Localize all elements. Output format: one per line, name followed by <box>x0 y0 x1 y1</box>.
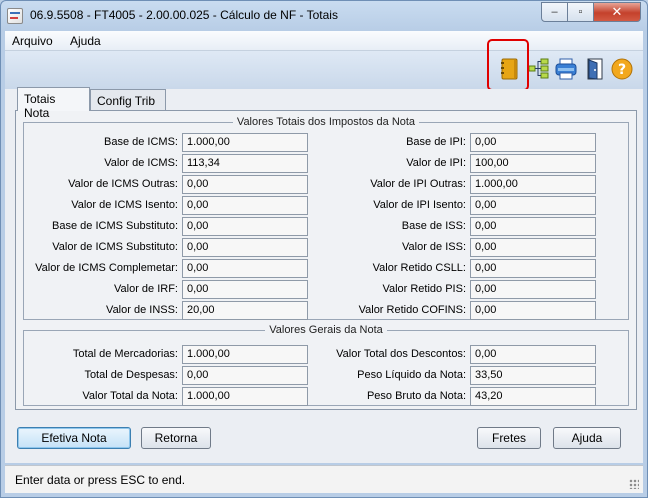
field-label: Total de Despesas: <box>84 369 178 381</box>
field-label: Valor de ICMS Outras: <box>68 178 178 190</box>
field-label: Valor de ICMS Complemetar: <box>35 262 178 274</box>
close-button[interactable]: ✕ <box>593 2 641 22</box>
highlight-annotation <box>487 39 529 91</box>
field-value[interactable]: 0,00 <box>470 217 596 236</box>
field-value[interactable]: 1.000,00 <box>182 133 308 152</box>
field-label: Valor de IRF: <box>114 283 178 295</box>
field-label: Base de ICMS: <box>104 136 178 148</box>
resize-grip[interactable] <box>629 479 639 489</box>
field-value[interactable]: 0,00 <box>470 280 596 299</box>
field-label: Valor de ISS: <box>402 241 466 253</box>
field-value[interactable]: 43,20 <box>470 387 596 406</box>
retorna-button[interactable]: Retorna <box>141 427 211 449</box>
field-value[interactable]: 0,00 <box>470 345 596 364</box>
field-label: Peso Bruto da Nota: <box>366 390 466 402</box>
menu-bar: Arquivo Ajuda <box>5 31 643 51</box>
field-value[interactable]: 0,00 <box>182 366 308 385</box>
field-label: Valor Total da Nota: <box>82 390 178 402</box>
field-value[interactable]: 1.000,00 <box>182 345 308 364</box>
svg-text:?: ? <box>618 62 626 78</box>
field-value[interactable]: 0,00 <box>182 238 308 257</box>
field-value[interactable]: 0,00 <box>470 259 596 278</box>
field-label: Valor de IPI Outras: <box>370 178 466 190</box>
field-label: Base de ICMS Substituto: <box>52 220 178 232</box>
help-icon[interactable]: ? <box>611 57 633 81</box>
field-label: Valor de IPI: <box>406 157 466 169</box>
field-label: Total de Mercadorias: <box>72 348 178 360</box>
app-icon <box>7 8 23 24</box>
field-value[interactable]: 0,00 <box>182 217 308 236</box>
main-content: Totais Nota Config Trib Valores Totais d… <box>5 87 643 463</box>
efetiva-nota-button[interactable]: Efetiva Nota <box>17 427 131 449</box>
tab-totais-nota[interactable]: Totais Nota <box>17 87 90 120</box>
status-text: Enter data or press ESC to end. <box>15 473 186 487</box>
printer-icon[interactable] <box>555 57 577 81</box>
field-value[interactable]: 113,34 <box>182 154 308 173</box>
field-value[interactable]: 0,00 <box>182 196 308 215</box>
window-title: 06.9.5508 - FT4005 - 2.00.00.025 - Cálcu… <box>30 8 338 22</box>
field-label: Valor de ICMS Isento: <box>71 199 178 211</box>
menu-ajuda[interactable]: Ajuda <box>70 34 101 48</box>
field-value[interactable]: 100,00 <box>470 154 596 173</box>
field-value[interactable]: 0,00 <box>470 238 596 257</box>
maximize-button[interactable]: ▫ <box>567 2 594 22</box>
field-label: Valor de IPI Isento: <box>373 199 466 211</box>
field-label: Valor Retido PIS: <box>382 283 466 295</box>
field-value[interactable]: 0,00 <box>470 133 596 152</box>
field-value[interactable]: 20,00 <box>182 301 308 320</box>
title-bar[interactable]: 06.9.5508 - FT4005 - 2.00.00.025 - Cálcu… <box>1 1 647 31</box>
menu-arquivo[interactable]: Arquivo <box>12 34 53 48</box>
toolbar: ? <box>5 51 643 89</box>
field-label: Peso Líquido da Nota: <box>357 369 466 381</box>
field-value[interactable]: 1.000,00 <box>182 387 308 406</box>
tab-config-trib[interactable]: Config Trib <box>90 89 166 111</box>
field-value[interactable]: 0,00 <box>470 196 596 215</box>
field-label: Base de ISS: <box>401 220 466 232</box>
field-value[interactable]: 0,00 <box>182 280 308 299</box>
field-value[interactable]: 0,00 <box>470 301 596 320</box>
legend-impostos: Valores Totais dos Impostos da Nota <box>236 116 416 128</box>
field-label: Valor de ICMS Substituto: <box>52 241 178 253</box>
tree-structure-icon[interactable] <box>528 57 550 81</box>
field-value[interactable]: 0,00 <box>182 259 308 278</box>
legend-gerais: Valores Gerais da Nota <box>269 324 383 336</box>
field-label: Valor de ICMS: <box>104 157 178 169</box>
field-value[interactable]: 0,00 <box>182 175 308 194</box>
field-label: Valor Total dos Descontos: <box>336 348 466 360</box>
field-value[interactable]: 1.000,00 <box>470 175 596 194</box>
field-label: Base de IPI: <box>406 136 466 148</box>
button-bar: Efetiva Nota Retorna Fretes Ajuda <box>15 427 637 461</box>
exit-door-icon[interactable] <box>584 57 606 81</box>
field-label: Valor Retido CSLL: <box>372 262 466 274</box>
field-label: Valor Retido COFINS: <box>358 304 466 316</box>
field-label: Valor de INSS: <box>106 304 178 316</box>
tab-panel-totais: Valores Totais dos Impostos da Nota Base… <box>15 110 637 410</box>
minimize-button[interactable]: – <box>541 2 568 22</box>
fretes-button[interactable]: Fretes <box>477 427 541 449</box>
status-bar: Enter data or press ESC to end. <box>5 465 643 493</box>
field-value[interactable]: 33,50 <box>470 366 596 385</box>
app-window: 06.9.5508 - FT4005 - 2.00.00.025 - Cálcu… <box>0 0 648 498</box>
ajuda-button[interactable]: Ajuda <box>553 427 621 449</box>
